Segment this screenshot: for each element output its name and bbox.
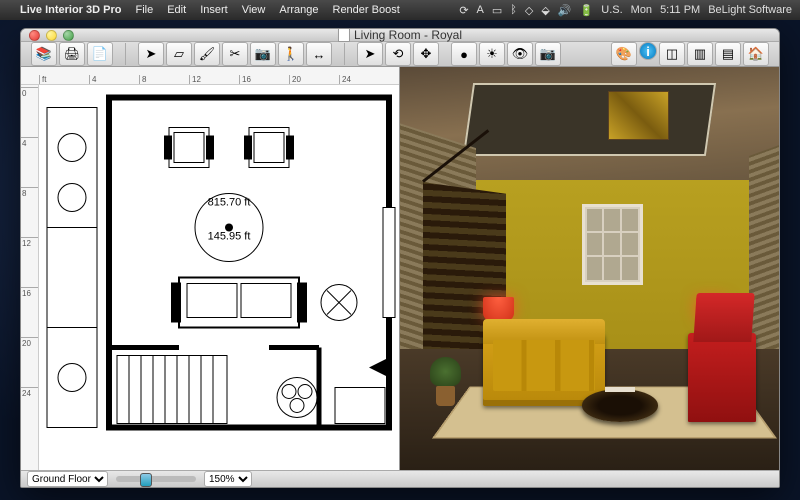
inspector-panel-button[interactable]: ◫ bbox=[659, 42, 685, 66]
app-window: Living Room - Royal 📚 🖨 📄 ➤ ▱ 🖌 ✂ 📷 🚶 ↔ bbox=[20, 28, 780, 488]
library-button[interactable]: 📚 bbox=[31, 42, 57, 66]
print-button[interactable]: 🖨 bbox=[59, 42, 85, 66]
coffee-table bbox=[582, 389, 658, 421]
window-title-text: Living Room - Royal bbox=[354, 28, 462, 42]
close-button[interactable] bbox=[29, 30, 40, 41]
file-button[interactable]: 📄 bbox=[87, 42, 113, 66]
menu-arrange[interactable]: Arrange bbox=[279, 4, 318, 16]
battery-icon[interactable]: 🔋 bbox=[580, 4, 594, 17]
floor-selector[interactable]: Ground Floor bbox=[27, 471, 108, 487]
window-title: Living Room - Royal bbox=[338, 28, 462, 42]
input-flag[interactable]: U.S. bbox=[601, 4, 622, 16]
adobe-icon[interactable]: A bbox=[477, 4, 484, 16]
menu-file[interactable]: File bbox=[135, 4, 153, 16]
palette-button[interactable]: 🎨 bbox=[611, 42, 637, 66]
wall-art bbox=[608, 91, 669, 139]
bluetooth-icon[interactable]: ᛒ bbox=[510, 4, 517, 16]
menu-view[interactable]: View bbox=[242, 4, 266, 16]
floorplan-canvas[interactable]: 815.70 ft 145.95 ft bbox=[39, 85, 399, 470]
menu-insert[interactable]: Insert bbox=[200, 4, 228, 16]
clock-time[interactable]: 5:11 PM bbox=[660, 4, 700, 16]
home-button[interactable]: 🏠 bbox=[743, 42, 769, 66]
dimension-tool[interactable]: ↔ bbox=[306, 42, 332, 66]
dimension-1: 815.70 ft bbox=[208, 197, 251, 209]
document-icon bbox=[338, 28, 350, 42]
zoom-selector[interactable]: 150% bbox=[204, 471, 252, 487]
snapshot-button[interactable]: 📷 bbox=[535, 42, 561, 66]
wall-mirror bbox=[582, 204, 643, 285]
toolbar: 📚 🖨 📄 ➤ ▱ 🖌 ✂ 📷 🚶 ↔ ➤ ⟲ ✥ ● bbox=[21, 42, 779, 67]
app-name[interactable]: Live Interior 3D Pro bbox=[20, 4, 121, 16]
potted-plant bbox=[430, 357, 460, 405]
menubar-status: ⟳ A ▭ ᛒ ◇ ⬙ 🔊 🔋 U.S. Mon 5:11 PM BeLight… bbox=[459, 4, 792, 17]
library-panel-button[interactable]: ▥ bbox=[687, 42, 713, 66]
camera-tool[interactable]: 📷 bbox=[250, 42, 276, 66]
vendor-label[interactable]: BeLight Software bbox=[708, 4, 792, 16]
minimize-button[interactable] bbox=[46, 30, 57, 41]
walkthrough-tool[interactable]: 🚶 bbox=[278, 42, 304, 66]
record-button[interactable]: ● bbox=[451, 42, 477, 66]
wall-tool[interactable]: ▱ bbox=[166, 42, 192, 66]
system-menubar: Live Interior 3D Pro File Edit Insert Vi… bbox=[0, 0, 800, 20]
menu-edit[interactable]: Edit bbox=[167, 4, 186, 16]
light-toggle[interactable]: ☀ bbox=[479, 42, 505, 66]
horizontal-ruler: ft4812162024 bbox=[21, 67, 399, 85]
titlebar[interactable]: Living Room - Royal bbox=[21, 29, 779, 42]
sync-icon[interactable]: ⟳ bbox=[459, 4, 468, 17]
volume-icon[interactable]: 🔊 bbox=[558, 4, 572, 17]
statusbar: Ground Floor 150% bbox=[21, 470, 779, 487]
floorplan-panel[interactable]: ft4812162024 04812162024 bbox=[21, 67, 400, 470]
clock-day[interactable]: Mon bbox=[631, 4, 652, 16]
zoom-slider[interactable] bbox=[116, 476, 196, 482]
vertical-ruler: 04812162024 bbox=[21, 85, 39, 470]
view-toggle[interactable]: 👁 bbox=[507, 42, 533, 66]
dropbox-icon[interactable]: ◇ bbox=[525, 4, 533, 17]
select-3d-tool[interactable]: ➤ bbox=[357, 42, 383, 66]
pan-tool[interactable]: ✥ bbox=[413, 42, 439, 66]
armchair bbox=[688, 333, 756, 422]
wifi-icon[interactable]: ⬙ bbox=[541, 4, 549, 17]
menu-render-boost[interactable]: Render Boost bbox=[333, 4, 400, 16]
paint-tool[interactable]: 🖌 bbox=[194, 42, 220, 66]
info-button[interactable]: i bbox=[639, 42, 657, 60]
measure-tool[interactable]: ✂ bbox=[222, 42, 248, 66]
display-icon[interactable]: ▭ bbox=[492, 4, 502, 17]
zoom-button[interactable] bbox=[63, 30, 74, 41]
project-panel-button[interactable]: ▤ bbox=[715, 42, 741, 66]
pointer-tool[interactable]: ➤ bbox=[138, 42, 164, 66]
sofa bbox=[483, 333, 604, 406]
orbit-tool[interactable]: ⟲ bbox=[385, 42, 411, 66]
dimension-2: 145.95 ft bbox=[208, 231, 251, 243]
render-panel[interactable] bbox=[400, 67, 779, 470]
